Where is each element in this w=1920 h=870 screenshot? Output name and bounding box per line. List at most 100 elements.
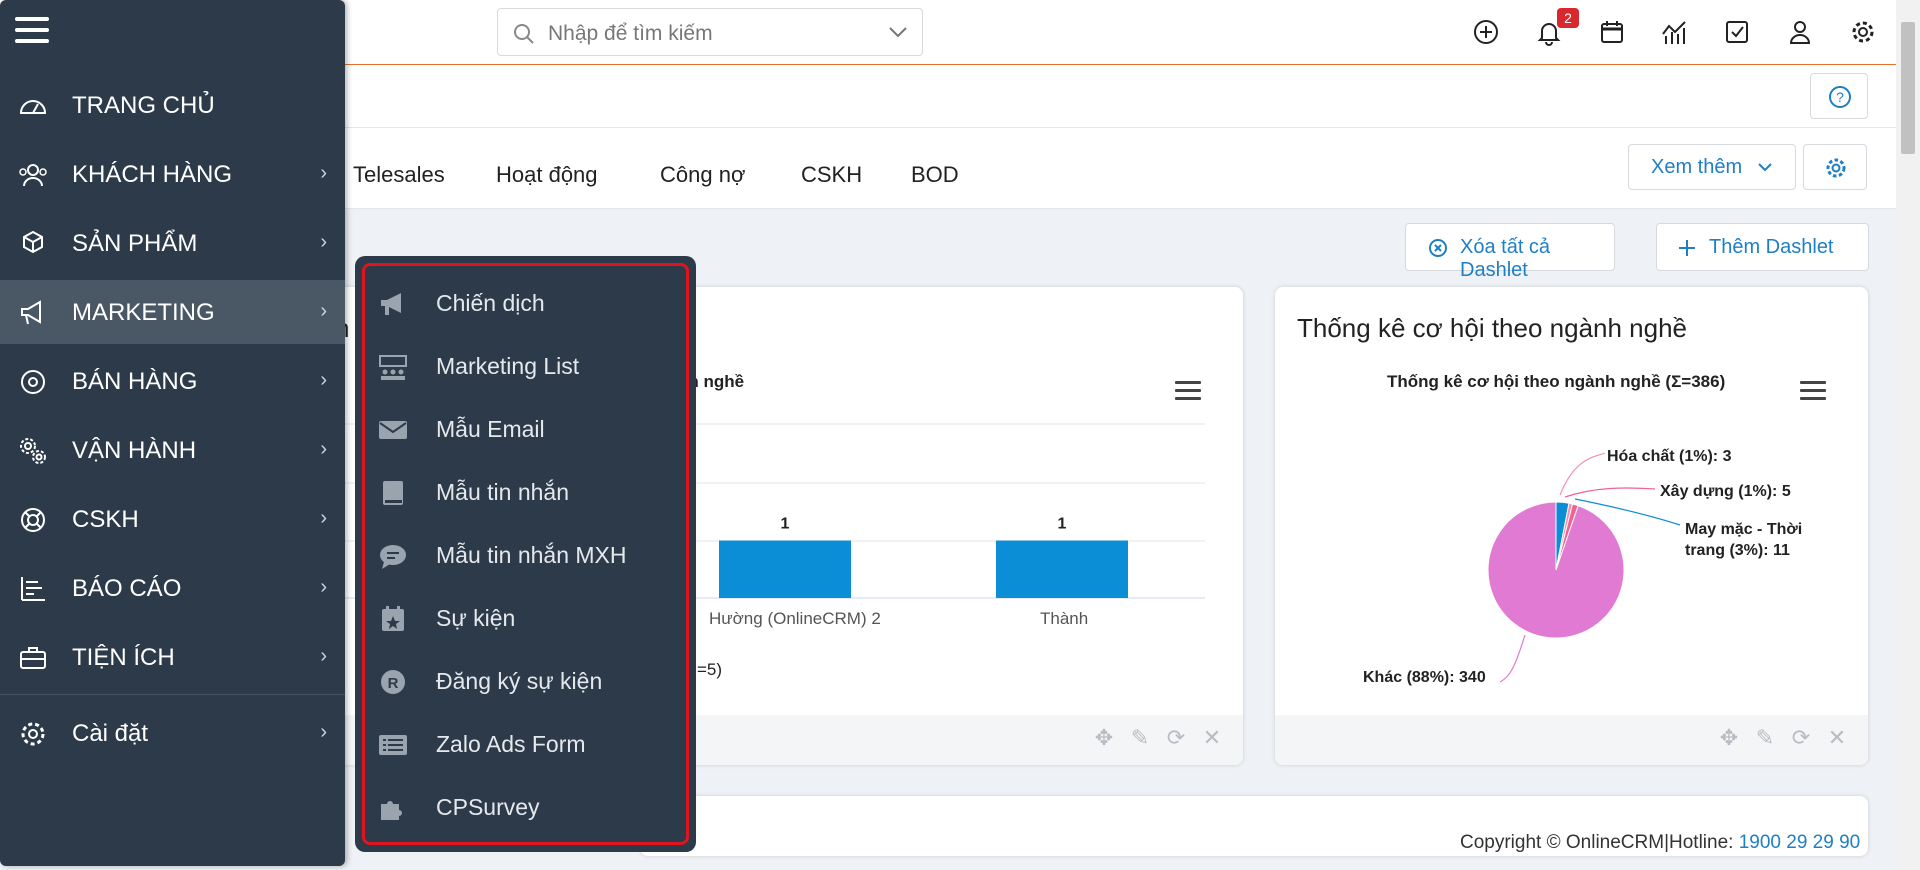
refresh-icon[interactable]: ⟳ — [1165, 725, 1187, 751]
sidebar-item-label: Cài đặt — [72, 720, 149, 747]
see-more-label: Xem thêm — [1651, 156, 1743, 178]
sidebar-item-label: CSKH — [72, 506, 139, 533]
submenu-item-events[interactable]: Sự kiện — [355, 591, 696, 647]
svg-text:?: ? — [1836, 89, 1844, 105]
sidebar-item-home[interactable]: TRANG CHỦ — [0, 73, 345, 137]
pie-connector — [1564, 487, 1656, 498]
envelope-icon — [379, 421, 407, 439]
close-icon[interactable]: ✕ — [1201, 725, 1223, 751]
cubes-icon — [23, 230, 43, 254]
page-scrollbar[interactable] — [1896, 0, 1920, 870]
see-more-button[interactable]: Xem thêm — [1628, 144, 1796, 190]
chevron-right-icon: › — [320, 369, 327, 391]
sidebar-item-customers[interactable]: KHÁCH HÀNG › — [0, 142, 345, 206]
add-dashlet-label: Thêm Dashlet — [1709, 236, 1834, 258]
sidebar-item-label: KHÁCH HÀNG — [72, 161, 233, 188]
sidebar-item-marketing[interactable]: MARKETING › — [0, 280, 345, 344]
submenu-item-cpsurvey[interactable]: CPSurvey — [355, 780, 696, 836]
scrollbar-thumb[interactable] — [1901, 22, 1915, 154]
help-button[interactable]: ? — [1810, 73, 1868, 119]
dashboard-icon — [19, 100, 47, 114]
calendar-icon[interactable] — [1598, 18, 1626, 46]
add-dashlet-button[interactable]: Thêm Dashlet — [1656, 223, 1869, 271]
chart-line-icon[interactable] — [1660, 18, 1688, 46]
sidebar-item-cskh[interactable]: CSKH › — [0, 487, 345, 551]
sidebar-item-label: SẢN PHẨM — [72, 230, 198, 257]
hotline-link[interactable]: 1900 29 29 90 — [1739, 832, 1861, 853]
pie-label: Hóa chất (1%): 3 — [1607, 448, 1732, 465]
chevron-right-icon: › — [320, 300, 327, 322]
submenu-item-message-template[interactable]: Mẫu tin nhắn — [355, 465, 696, 521]
submenu-item-marketing-list[interactable]: Marketing List — [355, 339, 696, 395]
submenu-item-email-template[interactable]: Mẫu Email — [355, 402, 696, 458]
bar[interactable] — [719, 540, 851, 599]
sidebar-item-utilities[interactable]: TIỆN ÍCH › — [0, 625, 345, 689]
x-tick-label: Hường (OnlineCRM) 2 — [709, 609, 881, 628]
submenu-item-label: Mẫu tin nhắn MXH — [436, 542, 627, 568]
sidebar-item-products[interactable]: SẢN PHẨM › — [0, 211, 345, 275]
settings-icon — [21, 722, 45, 746]
submenu-item-zalo-ads-form[interactable]: Zalo Ads Form — [355, 717, 696, 773]
submenu-item-label: Đăng ký sự kiện — [436, 668, 603, 694]
user-icon[interactable] — [1786, 18, 1814, 46]
sidebar-item-label: MARKETING — [72, 299, 215, 326]
pie-connector — [1499, 634, 1526, 683]
registered-icon: R — [381, 670, 405, 694]
sidebar-item-settings[interactable]: Cài đặt › — [0, 701, 345, 765]
dashboard-settings-button[interactable] — [1803, 144, 1867, 190]
tab-cskh[interactable]: CSKH — [801, 162, 862, 188]
chat-icon — [380, 545, 406, 569]
submenu-item-label: Marketing List — [436, 353, 580, 379]
move-icon[interactable]: ✥ — [1093, 725, 1115, 751]
sidebar-divider — [0, 694, 345, 695]
sidebar-item-label: TRANG CHỦ — [72, 92, 215, 119]
tab-telesales[interactable]: Telesales — [353, 162, 445, 188]
users-icon — [19, 164, 47, 187]
gear-icon[interactable] — [1849, 18, 1877, 46]
sidebar-item-operations[interactable]: VẬN HÀNH › — [0, 418, 345, 482]
bar-data-label: 1 — [781, 516, 790, 533]
submenu-item-campaigns[interactable]: Chiến dịch — [355, 276, 696, 332]
bar[interactable] — [996, 540, 1128, 599]
pie-slice[interactable] — [1487, 501, 1625, 639]
submenu-item-label: Chiến dịch — [436, 290, 545, 316]
svg-text:R: R — [388, 675, 399, 692]
task-check-icon[interactable] — [1723, 18, 1751, 46]
tab-activities[interactable]: Hoạt động — [496, 162, 598, 188]
pie-connector — [1559, 452, 1606, 496]
megaphone-icon — [21, 300, 41, 325]
add-circle-icon[interactable] — [1472, 18, 1500, 46]
search-icon — [512, 22, 536, 51]
edit-icon[interactable]: ✎ — [1754, 725, 1776, 751]
bar-data-label: 1 — [1058, 516, 1067, 533]
close-icon[interactable]: ✕ — [1826, 725, 1848, 751]
audience-icon — [379, 355, 407, 380]
hamburger-icon[interactable] — [15, 17, 49, 50]
search-box[interactable]: Nhập để tìm kiếm — [497, 8, 923, 56]
copyright: Copyright © OnlineCRM|Hotline: 1900 29 2… — [1460, 832, 1860, 854]
clear-dashlets-button[interactable]: Xóa tất cả Dashlet — [1405, 223, 1615, 281]
tab-debt[interactable]: Công nợ — [660, 162, 745, 188]
target-icon — [21, 370, 45, 394]
sidebar-item-label: BÁN HÀNG — [72, 368, 198, 395]
submenu-item-event-registration[interactable]: R Đăng ký sự kiện — [355, 654, 696, 710]
sidebar-item-label: BÁO CÁO — [72, 575, 182, 602]
sidebar: TRANG CHỦ KHÁCH HÀNG › SẢN PHẨM › MARKET… — [0, 0, 345, 866]
submenu-item-social-template[interactable]: Mẫu tin nhắn MXH — [355, 528, 696, 584]
x-tick-label: Thành — [1040, 609, 1089, 628]
chevron-right-icon: › — [320, 576, 327, 598]
tab-bod[interactable]: BOD — [911, 162, 959, 188]
sidebar-item-sales[interactable]: BÁN HÀNG › — [0, 349, 345, 413]
dashlet-pie-chart: Thống kê cơ hội theo ngành nghề Thống kê… — [1275, 287, 1868, 765]
cogs-icon — [20, 438, 46, 464]
bullhorn-icon — [381, 293, 401, 315]
sidebar-item-reports[interactable]: BÁO CÁO › — [0, 556, 345, 620]
edit-icon[interactable]: ✎ — [1129, 725, 1151, 751]
refresh-icon[interactable]: ⟳ — [1790, 725, 1812, 751]
submenu-item-label: Mẫu Email — [436, 416, 545, 442]
submenu-item-label: Zalo Ads Form — [436, 731, 586, 757]
chevron-down-icon[interactable] — [888, 25, 908, 44]
gear-icon — [1826, 158, 1846, 178]
chart-total-text: =5) — [697, 660, 723, 679]
move-icon[interactable]: ✥ — [1718, 725, 1740, 751]
